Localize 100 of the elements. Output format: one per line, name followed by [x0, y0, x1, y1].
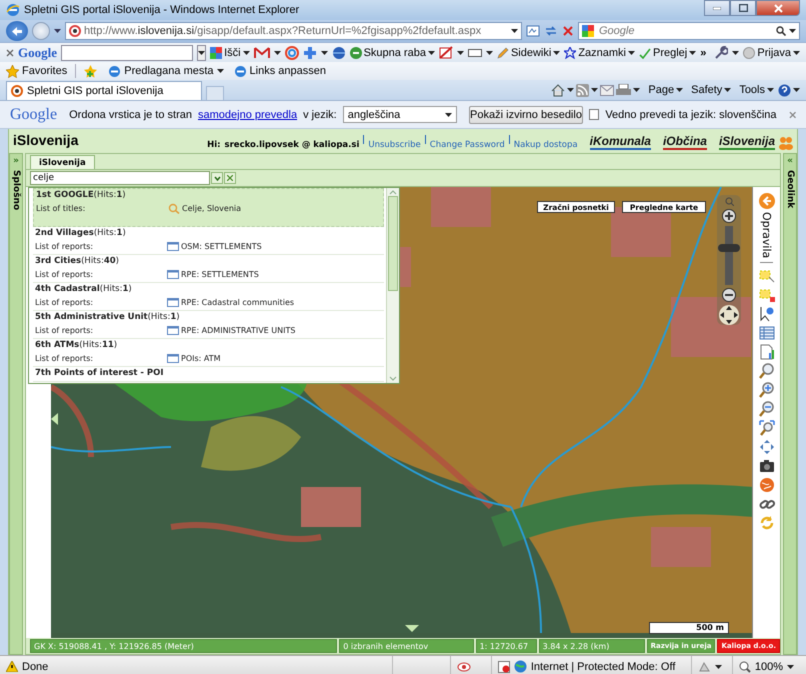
info-cursor-icon[interactable] [758, 306, 774, 322]
search-icon[interactable] [776, 26, 786, 36]
command-menu[interactable]: Tools [739, 84, 774, 96]
search-field[interactable]: celje [30, 171, 210, 185]
minimize-button[interactable] [704, 0, 730, 16]
caret-icon[interactable] [456, 50, 464, 54]
home-icon[interactable] [551, 84, 566, 96]
caret-icon[interactable] [567, 88, 574, 92]
result-entry[interactable]: Celje, Slovenia [168, 203, 242, 214]
caret-icon[interactable] [767, 88, 774, 92]
favorites-link[interactable]: Links anpassen [234, 64, 326, 78]
caret-icon[interactable] [591, 88, 598, 92]
search-field[interactable]: Google [578, 22, 800, 40]
caret-icon[interactable] [486, 50, 493, 54]
tools-label[interactable]: Opravila [760, 212, 773, 264]
search-result[interactable]: 3rd Cities(Hits:40) List of reports: RPE: SETTLEMENTS [33, 255, 384, 283]
close-button[interactable] [756, 0, 800, 16]
search-result[interactable]: 2nd Villages(Hits:1) List of reports: OSM: SETTLEMENTS [33, 227, 384, 255]
result-entry[interactable]: OSM: SETTLEMENTS [167, 241, 262, 252]
header-link[interactable]: Nakup dostopa [514, 140, 578, 150]
caret-icon[interactable] [553, 50, 560, 54]
caret-icon[interactable] [676, 88, 684, 92]
input-field-icon[interactable] [468, 48, 482, 56]
caret-icon[interactable] [787, 664, 794, 668]
map-tab[interactable]: iSlovenija [30, 155, 95, 169]
result-entry[interactable]: POIs: ATM [167, 353, 221, 364]
camera-icon[interactable] [758, 458, 774, 474]
panel-label[interactable]: Geolink [785, 170, 795, 208]
caret-icon[interactable] [689, 50, 696, 54]
toolbar-button[interactable]: Preglej [639, 46, 696, 58]
search-result[interactable]: 4th Cadastral(Hits:1) List of reports: RPE: Cadastral communities [33, 283, 384, 311]
command-menu[interactable]: Page [648, 84, 684, 96]
more-chevron[interactable]: » [700, 46, 706, 58]
search-input[interactable]: Google [597, 24, 773, 38]
favorites-button[interactable]: Favorites [6, 64, 68, 78]
print-icon[interactable] [616, 84, 632, 96]
table-icon[interactable] [758, 325, 774, 342]
zoom-extent-icon[interactable] [758, 420, 774, 436]
popup-blocked-icon[interactable] [498, 660, 510, 672]
sign-in-button[interactable]: Prijava [743, 46, 800, 58]
header-link[interactable]: Unsubscribe [368, 140, 421, 150]
result-entry[interactable]: RPE: ADMINISTRATIVE UNITS [167, 325, 296, 336]
slider-thumb[interactable] [718, 244, 740, 252]
always-translate-checkbox[interactable] [588, 109, 600, 120]
browser-tab[interactable]: Spletni GIS portal iSlovenija [6, 81, 202, 100]
caret-icon[interactable] [320, 50, 328, 54]
select-rectangle-icon[interactable] [758, 268, 774, 284]
refresh-icon[interactable] [544, 24, 558, 38]
favorites-link[interactable]: Predlagana mesta [108, 64, 224, 78]
toolbar-button[interactable]: Sidewiki [496, 46, 560, 58]
brand-logo[interactable]: iObčina [662, 134, 707, 150]
toolbar-search-field[interactable] [61, 44, 194, 60]
brand-logo[interactable]: iSlovenija [718, 134, 775, 150]
caret-icon[interactable] [216, 69, 224, 73]
blocked-icon[interactable] [438, 46, 453, 60]
maximize-button[interactable] [730, 0, 756, 16]
caret-icon[interactable] [628, 50, 635, 54]
pan-arrows-icon[interactable] [719, 305, 739, 325]
report-chart-icon[interactable] [758, 344, 774, 360]
toolbar-button[interactable]: Zaznamki [564, 46, 635, 58]
search-result[interactable]: 1st GOOGLE(Hits:1) List of titles: Celje, Slovenia [33, 188, 384, 227]
close-icon[interactable] [788, 110, 796, 118]
show-original-button[interactable]: Pokaži izvirno besedilo [469, 106, 583, 124]
result-entry[interactable]: RPE: SETTLEMENTS [167, 269, 259, 280]
compatibility-view-icon[interactable] [526, 24, 540, 38]
back-button[interactable] [6, 21, 28, 41]
search-result[interactable]: 7th Points of interest - POI [33, 367, 384, 382]
caret-icon[interactable] [54, 29, 61, 33]
expand-toggle[interactable]: « [787, 156, 793, 166]
caret-icon[interactable] [428, 50, 435, 54]
globe-icon[interactable] [332, 46, 346, 60]
search-button[interactable]: Išči [210, 46, 250, 58]
search-result[interactable]: 5th Administrative Unit(Hits:1) List of reports: RPE: ADMINISTRATIVE UNITS [33, 311, 384, 339]
caret-icon[interactable] [793, 50, 800, 54]
brand-logo[interactable]: iKomunala [590, 134, 651, 150]
collapse-arrow[interactable] [51, 413, 58, 425]
caret-icon[interactable] [714, 664, 722, 668]
scrollbar-thumb[interactable] [388, 196, 398, 291]
caret-icon[interactable] [724, 88, 732, 92]
clear-selection-icon[interactable] [758, 287, 774, 304]
caret-icon[interactable] [198, 50, 206, 54]
caret-icon[interactable] [274, 50, 281, 54]
zoom-in-icon[interactable] [758, 382, 774, 398]
header-link[interactable]: Change Password [430, 140, 505, 150]
result-entry[interactable]: RPE: Cadastral communities [167, 297, 294, 308]
zoom-out-icon[interactable] [758, 401, 774, 418]
caret-icon[interactable] [633, 88, 640, 92]
stop-icon[interactable] [562, 25, 574, 37]
plus-icon[interactable] [302, 46, 317, 60]
caret-icon[interactable] [242, 50, 250, 54]
scrollbar[interactable] [386, 188, 399, 383]
panel-label[interactable]: Splošno [11, 170, 21, 210]
expand-toggle[interactable]: » [13, 156, 19, 166]
language-select[interactable]: angleščina [342, 106, 458, 123]
auto-translate-link[interactable]: samodejno prevedla [198, 108, 298, 120]
caret-icon[interactable] [445, 112, 452, 116]
add-favorite-icon[interactable] [84, 64, 98, 78]
wrench-icon[interactable] [714, 46, 728, 60]
command-menu[interactable]: Safety [691, 84, 732, 96]
zoom-level-button[interactable]: 100% [732, 656, 800, 674]
